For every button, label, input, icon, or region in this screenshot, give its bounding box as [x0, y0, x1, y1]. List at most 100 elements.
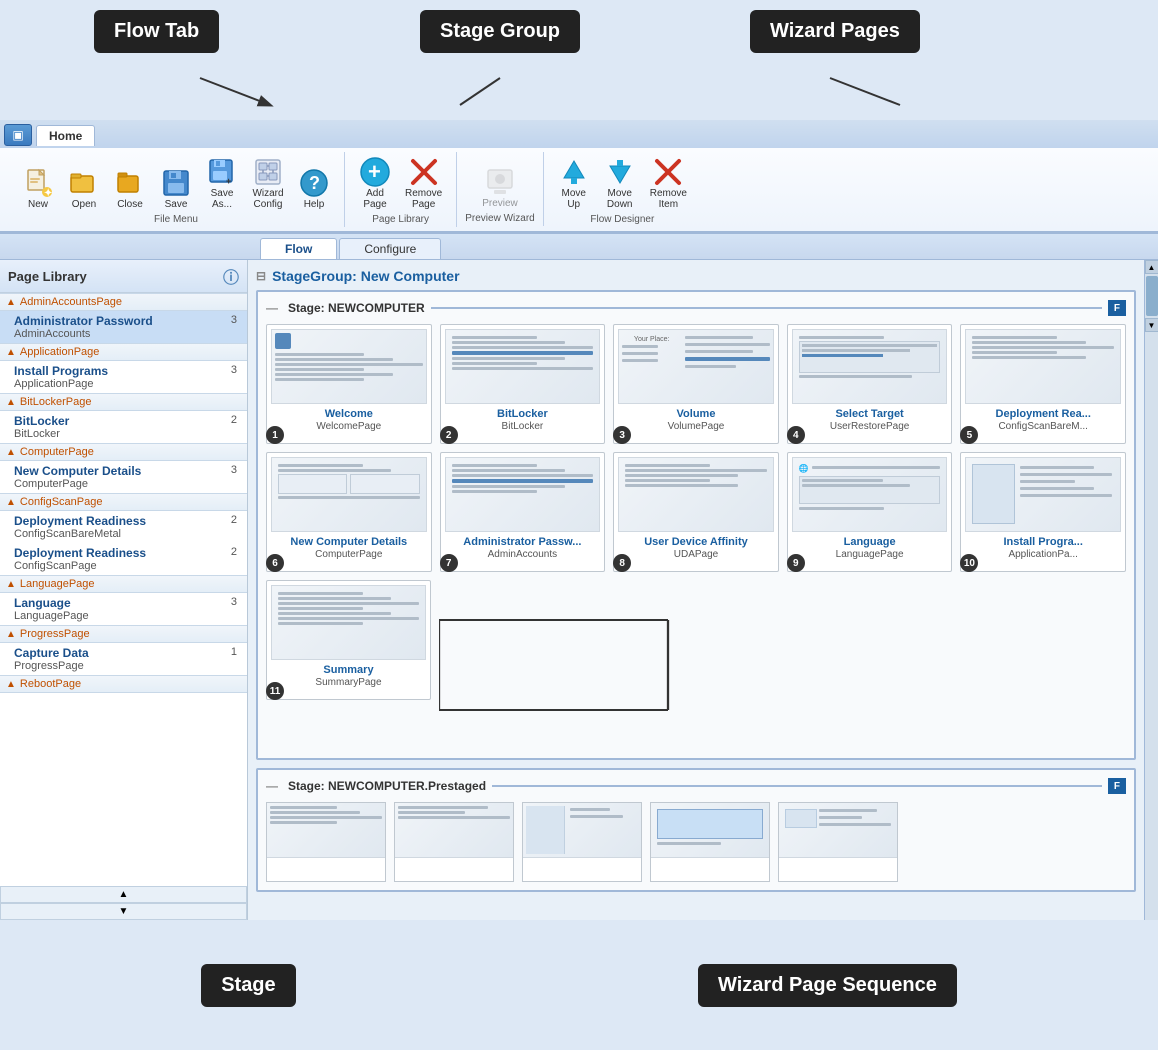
wizard-config-button[interactable]: WizardConfig — [246, 154, 290, 212]
page-card-select-target[interactable]: 4 Select Target UserRestorePage — [787, 324, 953, 444]
scroll-up-arrow[interactable]: ▲ — [1145, 260, 1158, 274]
add-page-label: AddPage — [363, 188, 386, 210]
close-button[interactable]: Close — [108, 165, 152, 212]
lib-item-install-sub: ApplicationPage — [14, 378, 237, 390]
page-library-group-label: Page Library — [372, 212, 429, 225]
section-arrow-progress: ▲ — [6, 629, 16, 640]
lib-item-progress-name: Capture Data — [14, 646, 237, 660]
mini-page-1[interactable] — [266, 802, 386, 882]
lib-item-install-programs[interactable]: 3 Install Programs ApplicationPage — [0, 361, 247, 393]
mini-page-3[interactable] — [522, 802, 642, 882]
move-down-button[interactable]: MoveDown — [598, 154, 642, 212]
lib-scroll-down[interactable]: ▼ — [0, 903, 247, 920]
section-progress-label: ProgressPage — [20, 628, 90, 640]
page-card-install-prog[interactable]: 10 Install Progra... ApplicationPa... — [960, 452, 1126, 572]
mini-page-2[interactable] — [394, 802, 514, 882]
page-card-new-computer[interactable]: 6 New Computer Details ComputerPage — [266, 452, 432, 572]
page-type-welcome: WelcomePage — [271, 421, 427, 432]
flow-tab[interactable]: Flow — [260, 238, 337, 259]
lib-section-progress[interactable]: ▲ ProgressPage — [0, 625, 247, 643]
move-up-button[interactable]: MoveUp — [552, 154, 596, 212]
scroll-down-arrow[interactable]: ▼ — [1145, 318, 1158, 332]
page-thumb-summary — [271, 585, 426, 660]
section-application-label: ApplicationPage — [20, 346, 100, 358]
lib-section-application[interactable]: ▲ ApplicationPage — [0, 343, 247, 361]
lib-section-bitlocker[interactable]: ▲ BitLockerPage — [0, 393, 247, 411]
lib-section-language[interactable]: ▲ LanguagePage — [0, 575, 247, 593]
stage-flag-1: F — [1108, 300, 1126, 316]
lib-item-capture-data[interactable]: 1 Capture Data ProgressPage — [0, 643, 247, 675]
remove-item-icon — [652, 156, 684, 188]
lib-item-language-name: Language — [14, 596, 237, 610]
remove-page-button[interactable]: RemovePage — [399, 154, 448, 212]
lib-item-computer-name: New Computer Details — [14, 464, 237, 478]
svg-text:?: ? — [309, 173, 320, 193]
app-button[interactable]: ▣ — [4, 124, 32, 146]
remove-item-button[interactable]: RemoveItem — [644, 154, 693, 212]
lib-section-reboot[interactable]: ▲ RebootPage — [0, 675, 247, 693]
lib-item-deployment-readiness-2[interactable]: 2 Deployment Readiness ConfigScanPage — [0, 543, 247, 575]
page-library-info-icon[interactable]: ⓘ — [223, 264, 239, 288]
lib-item-admin-password[interactable]: 3 Administrator Password AdminAccounts — [0, 311, 247, 343]
stage-line-2 — [492, 785, 1102, 787]
lib-scroll-area[interactable]: ▲ AdminAccountsPage 3 Administrator Pass… — [0, 293, 247, 886]
ribbon-tabs: ▣ Home — [0, 120, 1158, 148]
page-thumb-deployment-rea — [965, 329, 1121, 404]
lib-item-admin-count: 3 — [231, 314, 237, 326]
flow-tab-label: Flow Tab — [94, 10, 219, 53]
stage-name-1: Stage: NEWCOMPUTER — [288, 301, 425, 315]
lib-section-configscan[interactable]: ▲ ConfigScanPage — [0, 493, 247, 511]
page-card-language[interactable]: 🌐 9 — [787, 452, 953, 572]
wizard-page-sequence-annot-wrap: Wizard Page Sequence — [698, 964, 957, 1007]
stage-collapse-1[interactable]: — — [266, 301, 278, 315]
page-card-volume[interactable]: Your Place: — [613, 324, 779, 444]
page-name-language: Language — [792, 536, 948, 549]
designer-tabs: Flow Configure — [0, 234, 1158, 260]
page-card-admin-passw[interactable]: 7 Administrator Passw... AdminAccounts — [440, 452, 606, 572]
stage-line-1 — [431, 307, 1102, 309]
new-button[interactable]: ✦ New — [16, 165, 60, 212]
open-button[interactable]: Open — [62, 165, 106, 212]
lib-item-deployment-readiness-1[interactable]: 2 Deployment Readiness ConfigScanBareMet… — [0, 511, 247, 543]
page-card-welcome[interactable]: 1 Welcome WelcomePage — [266, 324, 432, 444]
section-admin-label: AdminAccountsPage — [20, 296, 122, 308]
stage-collapse-2[interactable]: — — [266, 779, 278, 793]
page-name-summary: Summary — [271, 664, 426, 677]
page-type-language: LanguagePage — [792, 549, 948, 560]
page-card-bitlocker[interactable]: 2 BitLocker BitLocker — [440, 324, 606, 444]
page-card-uda[interactable]: 8 User Device Affinity UDAPage — [613, 452, 779, 572]
save-button[interactable]: Save — [154, 165, 198, 212]
flow-scrollbar[interactable]: ▲ ▼ — [1144, 260, 1158, 920]
preview-button[interactable]: Preview — [476, 164, 524, 211]
lib-item-new-computer-details[interactable]: 3 New Computer Details ComputerPage — [0, 461, 247, 493]
section-arrow-application: ▲ — [6, 347, 16, 358]
page-num-4: 4 — [787, 426, 805, 444]
configure-tab[interactable]: Configure — [339, 238, 441, 259]
page-library-title: Page Library — [8, 269, 87, 284]
lib-section-admin-accounts[interactable]: ▲ AdminAccountsPage — [0, 293, 247, 311]
page-card-summary[interactable]: 11 Summary SummaryPage — [266, 580, 431, 700]
flow-designer-group-label: Flow Designer — [590, 212, 654, 225]
lib-item-language[interactable]: 3 Language LanguagePage — [0, 593, 247, 625]
page-thumb-uda — [618, 457, 774, 532]
page-card-deployment-rea[interactable]: 5 Deployment Rea... ConfigScanBareM... — [960, 324, 1126, 444]
page-type-volume: VolumePage — [618, 421, 774, 432]
mini-page-4[interactable] — [650, 802, 770, 882]
scroll-thumb[interactable] — [1146, 276, 1158, 316]
remove-item-label: RemoveItem — [650, 188, 687, 210]
lib-section-computer[interactable]: ▲ ComputerPage — [0, 443, 247, 461]
stage-title-bar-2: — Stage: NEWCOMPUTER.Prestaged F — [266, 778, 1126, 794]
lib-scroll-up[interactable]: ▲ — [0, 886, 247, 903]
save-as-button[interactable]: + SaveAs... — [200, 154, 244, 212]
page-name-install-prog: Install Progra... — [965, 536, 1121, 549]
ribbon-tab-home[interactable]: Home — [36, 125, 95, 146]
page-name-new-computer: New Computer Details — [271, 536, 427, 549]
add-page-button[interactable]: + AddPage — [353, 154, 397, 212]
lib-item-dr2-count: 2 — [231, 546, 237, 558]
mini-page-5[interactable] — [778, 802, 898, 882]
close-file-icon — [114, 167, 146, 199]
stage-group-collapse[interactable]: ⊟ — [256, 269, 266, 283]
lib-item-bitlocker[interactable]: 2 BitLocker BitLocker — [0, 411, 247, 443]
lib-item-computer-count: 3 — [231, 464, 237, 476]
help-button[interactable]: ? Help — [292, 165, 336, 212]
